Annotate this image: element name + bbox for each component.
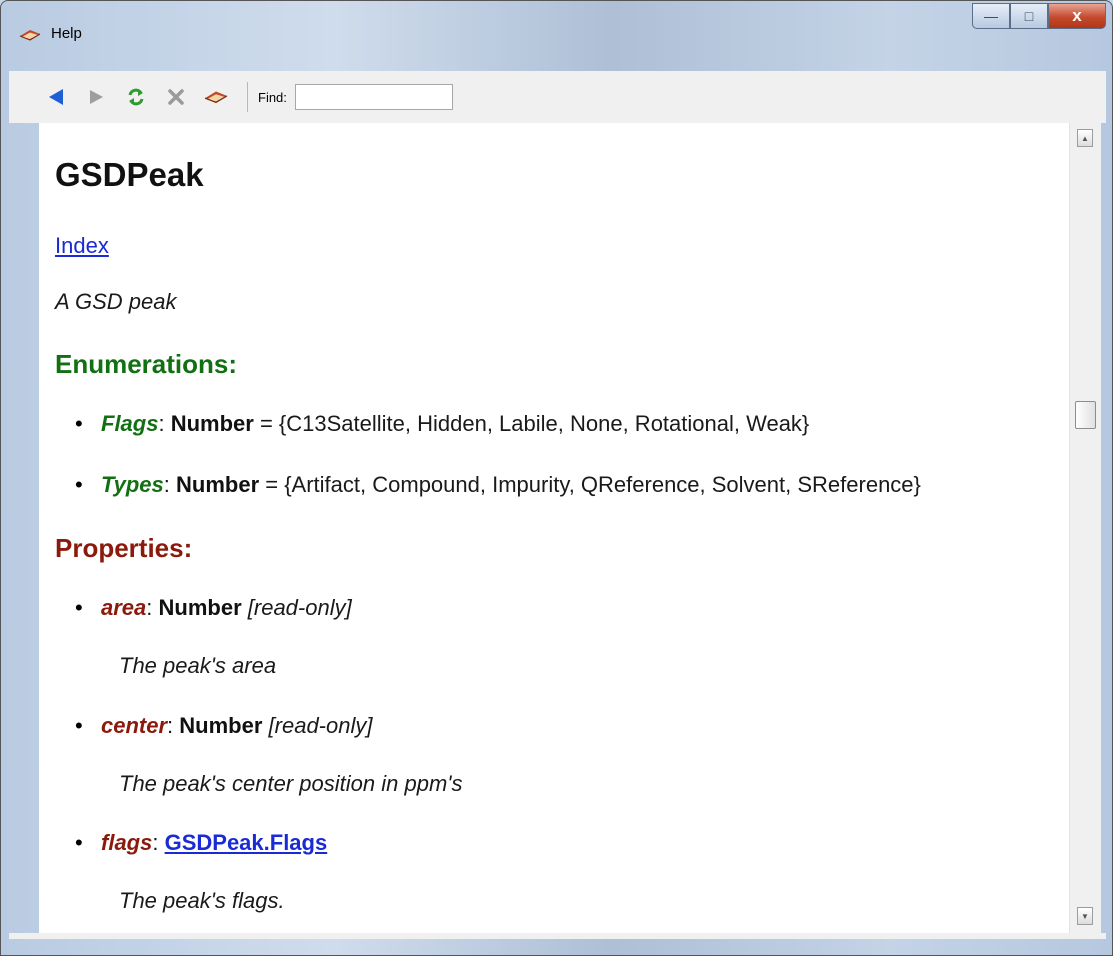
readonly-tag: [read-only]	[268, 713, 373, 738]
back-arrow-icon	[49, 89, 63, 105]
page-title: GSDPeak	[55, 156, 204, 193]
type-name: Number	[170, 411, 254, 436]
enum-name: Flags	[101, 411, 159, 436]
help-book-icon	[19, 30, 41, 41]
scroll-down-icon: ▼	[1081, 911, 1089, 921]
separator: :	[163, 472, 177, 497]
window-controls: — □ x	[972, 3, 1106, 29]
stop-button[interactable]	[157, 78, 195, 116]
vertical-scrollbar[interactable]: ▲ ▼	[1069, 123, 1101, 933]
minimize-icon: —	[984, 8, 998, 24]
separator: :	[158, 411, 171, 436]
type-name: Number	[176, 472, 260, 497]
separator: :	[152, 830, 165, 855]
maximize-button[interactable]: □	[1010, 3, 1048, 29]
list-item: Flags: Number = {C13Satellite, Hidden, L…	[75, 411, 810, 437]
stop-icon	[168, 89, 184, 105]
window-title: Help	[51, 25, 82, 42]
find-label: Find:	[258, 89, 287, 105]
property-name: flags	[101, 830, 153, 855]
index-link[interactable]: Index	[55, 233, 109, 259]
refresh-icon	[128, 88, 144, 106]
property-name: area	[101, 595, 147, 620]
type-name: Number	[158, 595, 242, 620]
property-description: The peak's flags.	[119, 888, 285, 913]
home-button[interactable]	[197, 78, 235, 116]
window-bottom-edge	[9, 933, 1106, 939]
list-item: center: Number [read-only]	[75, 713, 373, 739]
properties-heading: Properties:	[55, 533, 193, 563]
help-window: Help — □ x Find: GSDPeak Index A GSD pea…	[0, 0, 1113, 956]
enumerations-heading: Enumerations:	[55, 349, 238, 379]
back-button[interactable]	[37, 78, 75, 116]
readonly-tag: [read-only]	[247, 595, 352, 620]
scroll-up-icon: ▲	[1081, 133, 1089, 143]
enum-name: Types	[101, 472, 164, 497]
forward-button[interactable]	[77, 78, 115, 116]
toolbar-separator	[247, 82, 248, 112]
minimize-button[interactable]: —	[972, 3, 1010, 29]
separator: :	[167, 713, 180, 738]
list-item: Types: Number = {Artifact, Compound, Imp…	[75, 472, 921, 498]
enum-values: = {Artifact, Compound, Impurity, QRefere…	[259, 472, 921, 497]
maximize-icon: □	[1024, 8, 1034, 24]
property-description: The peak's center position in ppm's	[119, 771, 463, 796]
find-input[interactable]	[294, 84, 453, 110]
close-icon: x	[1072, 6, 1082, 25]
scroll-up-button[interactable]: ▲	[1077, 129, 1093, 147]
type-link[interactable]: GSDPeak.Flags	[165, 830, 328, 855]
list-item: flags: GSDPeak.Flags	[75, 830, 328, 856]
help-content[interactable]: GSDPeak Index A GSD peak Enumerations: F…	[39, 123, 1069, 933]
close-button[interactable]: x	[1048, 3, 1106, 29]
type-name: Number	[179, 713, 263, 738]
title-bar[interactable]: Help — □ x	[1, 1, 1112, 57]
list-item: area: Number [read-only]	[75, 595, 352, 621]
scroll-down-button[interactable]: ▼	[1077, 907, 1093, 925]
property-name: center	[101, 713, 168, 738]
scroll-thumb[interactable]	[1075, 401, 1096, 429]
refresh-button[interactable]	[117, 78, 155, 116]
class-description: A GSD peak	[55, 289, 177, 314]
home-icon	[204, 91, 228, 104]
forward-arrow-icon	[90, 90, 103, 104]
enum-values: = {C13Satellite, Hidden, Labile, None, R…	[253, 411, 810, 436]
separator: :	[146, 595, 159, 620]
property-description: The peak's area	[119, 653, 277, 678]
toolbar: Find:	[9, 71, 1106, 123]
